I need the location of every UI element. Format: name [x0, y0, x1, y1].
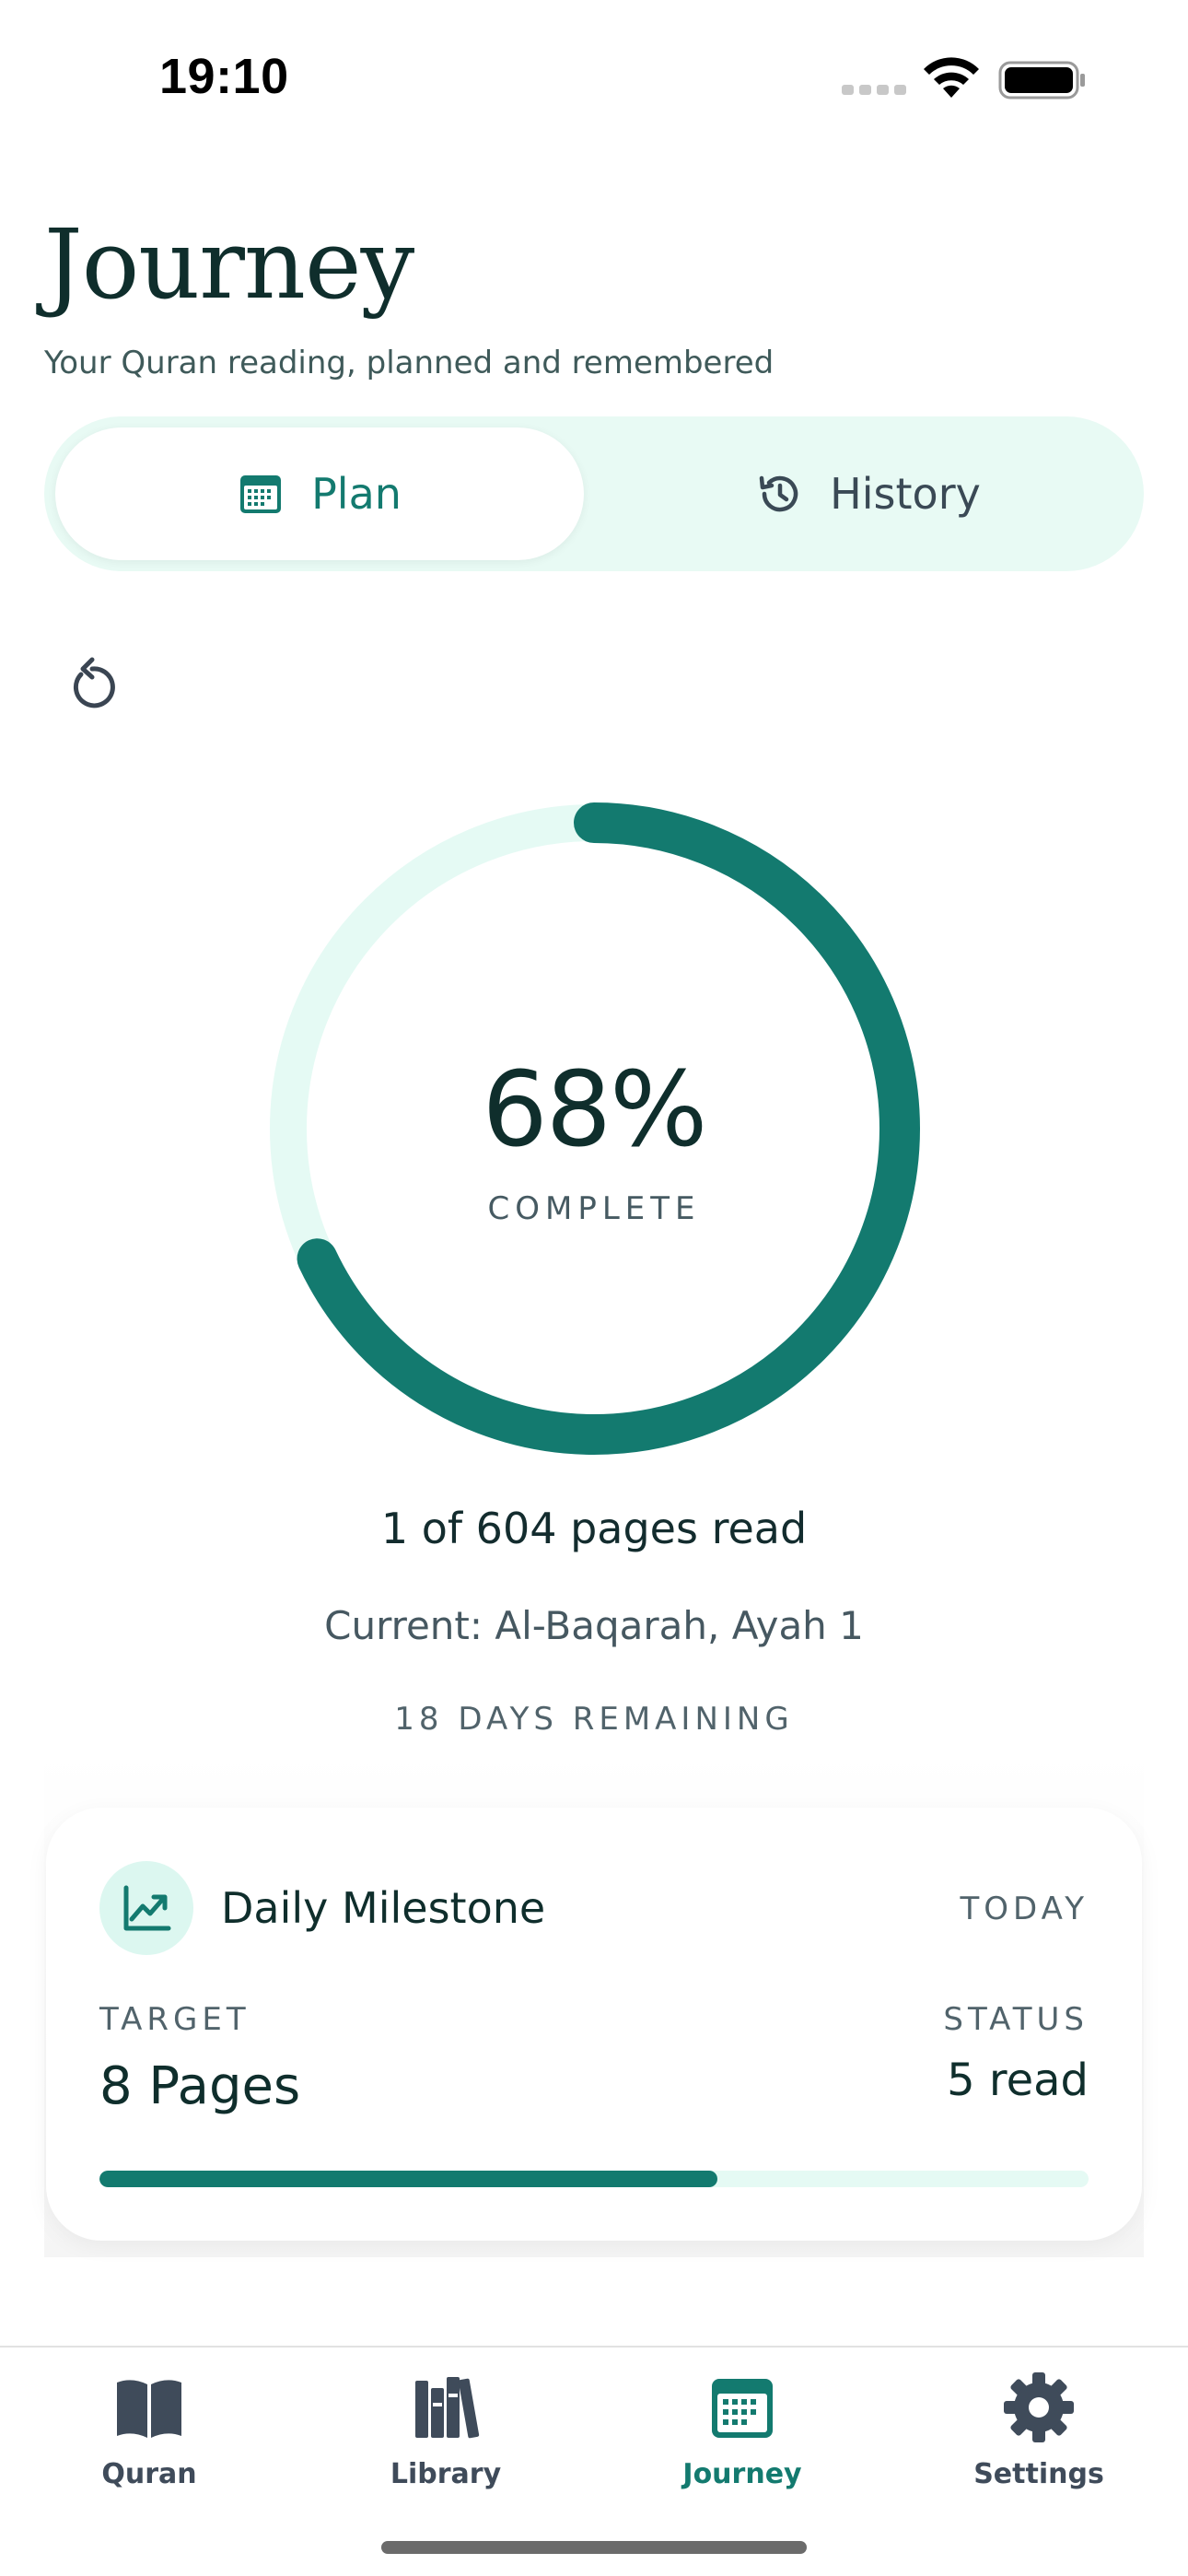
milestone-progress-bar: [99, 2171, 1089, 2187]
reset-icon[interactable]: [63, 656, 122, 715]
current-position-text: Current: Al-Baqarah, Ayah 1: [324, 1603, 864, 1648]
progress-caption: COMPLETE: [487, 1190, 701, 1227]
page-subtitle: Your Quran reading, planned and remember…: [44, 345, 775, 381]
tab-quran[interactable]: Quran: [34, 2366, 264, 2513]
days-remaining-text: 18 DAYS REMAINING: [394, 1701, 794, 1738]
trend-chart-icon: [123, 1885, 171, 1931]
tab-quran-label: Quran: [101, 2458, 197, 2490]
cellular-signal-icon: [842, 85, 906, 95]
status-value: 5 read: [947, 2055, 1089, 2106]
milestone-when: TODAY: [960, 1891, 1089, 1927]
daily-milestone-card: Daily Milestone TODAY TARGET STATUS 8 Pa…: [46, 1808, 1142, 2241]
tab-plan[interactable]: Plan: [55, 427, 584, 560]
battery-icon: [998, 61, 1085, 100]
milestone-icon-badge: [99, 1861, 193, 1955]
gear-icon: [1004, 2372, 1074, 2442]
tab-plan-label: Plan: [311, 469, 402, 519]
page-title: Journey: [44, 208, 414, 321]
target-value: 8 Pages: [99, 2056, 301, 2116]
tab-history[interactable]: History: [604, 427, 1133, 560]
calendar-icon: [240, 475, 282, 513]
milestone-progress-fill: [99, 2171, 718, 2187]
status-time: 19:10: [159, 49, 289, 104]
book-icon: [117, 2380, 181, 2438]
plan-history-segmented-control: Plan History: [44, 416, 1144, 571]
tab-journey-label: Journey: [682, 2458, 802, 2490]
tab-journey[interactable]: Journey: [627, 2366, 857, 2513]
milestone-title: Daily Milestone: [221, 1883, 546, 1933]
tab-settings-label: Settings: [973, 2458, 1104, 2490]
tab-settings[interactable]: Settings: [924, 2366, 1154, 2513]
target-label: TARGET: [99, 2001, 250, 2038]
status-label: STATUS: [943, 2001, 1089, 2038]
progress-percent: 68%: [482, 1050, 708, 1170]
history-icon: [759, 475, 798, 512]
calendar-icon: [712, 2379, 773, 2438]
books-icon: [415, 2377, 480, 2439]
tab-library[interactable]: Library: [331, 2366, 561, 2513]
status-bar: 19:10: [0, 0, 1188, 157]
wifi-icon: [924, 57, 979, 98]
tab-history-label: History: [830, 469, 981, 519]
pages-read-text: 1 of 604 pages read: [380, 1504, 808, 1553]
tab-library-label: Library: [390, 2458, 502, 2490]
home-indicator[interactable]: [381, 2541, 807, 2554]
